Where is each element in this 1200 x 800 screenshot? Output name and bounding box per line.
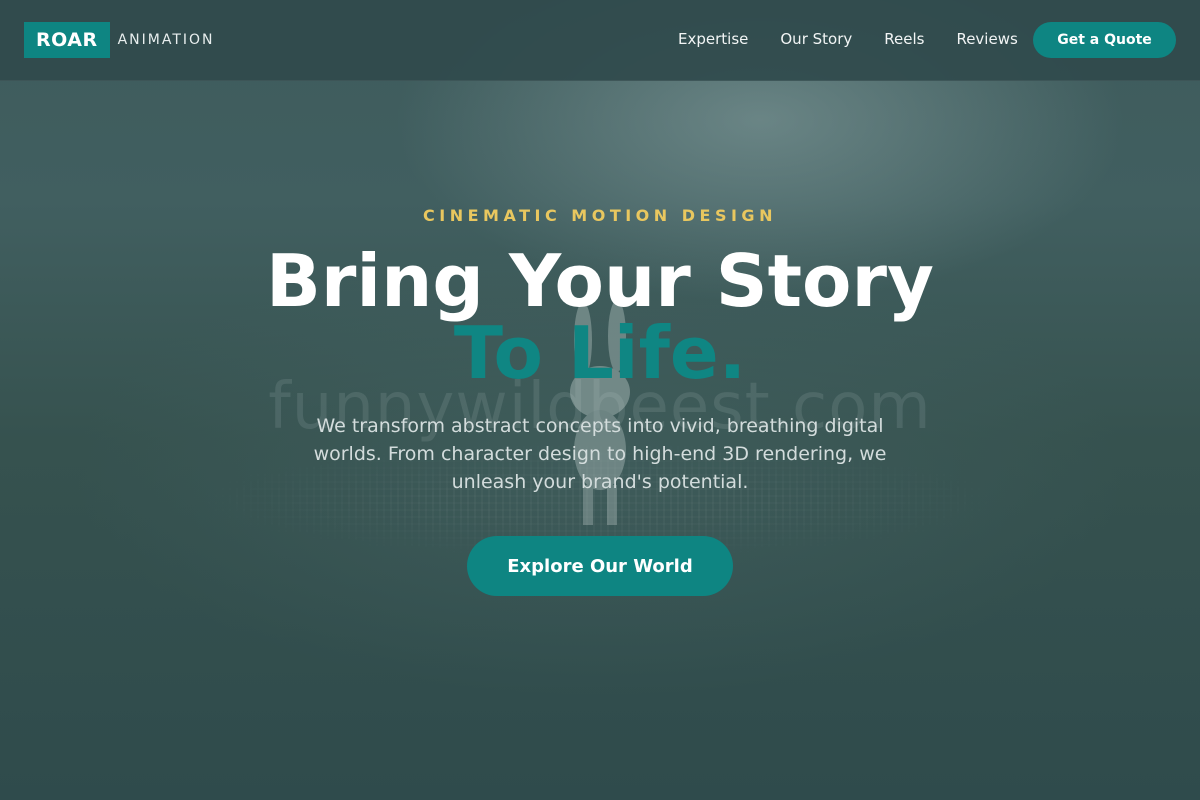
nav-link-reviews[interactable]: Reviews [956, 30, 1017, 48]
top-navbar: ROAR ANIMATION Expertise Our Story Reels… [0, 0, 1200, 81]
hero-headline-line2: To Life. [453, 311, 747, 395]
hero-eyebrow: CINEMATIC MOTION DESIGN [423, 206, 777, 225]
explore-our-world-button[interactable]: Explore Our World [467, 536, 733, 596]
get-a-quote-button[interactable]: Get a Quote [1033, 22, 1176, 58]
brand-logo[interactable]: ROAR ANIMATION [24, 22, 215, 58]
nav-links: Expertise Our Story Reels Reviews [678, 30, 1050, 48]
nav-link-our-story[interactable]: Our Story [780, 30, 852, 48]
logo-wordmark: ANIMATION [117, 32, 215, 48]
logo-badge: ROAR [24, 22, 110, 58]
hero-description: We transform abstract concepts into vivi… [313, 415, 887, 493]
nav-link-reels[interactable]: Reels [884, 30, 924, 48]
nav-link-expertise[interactable]: Expertise [678, 30, 748, 48]
